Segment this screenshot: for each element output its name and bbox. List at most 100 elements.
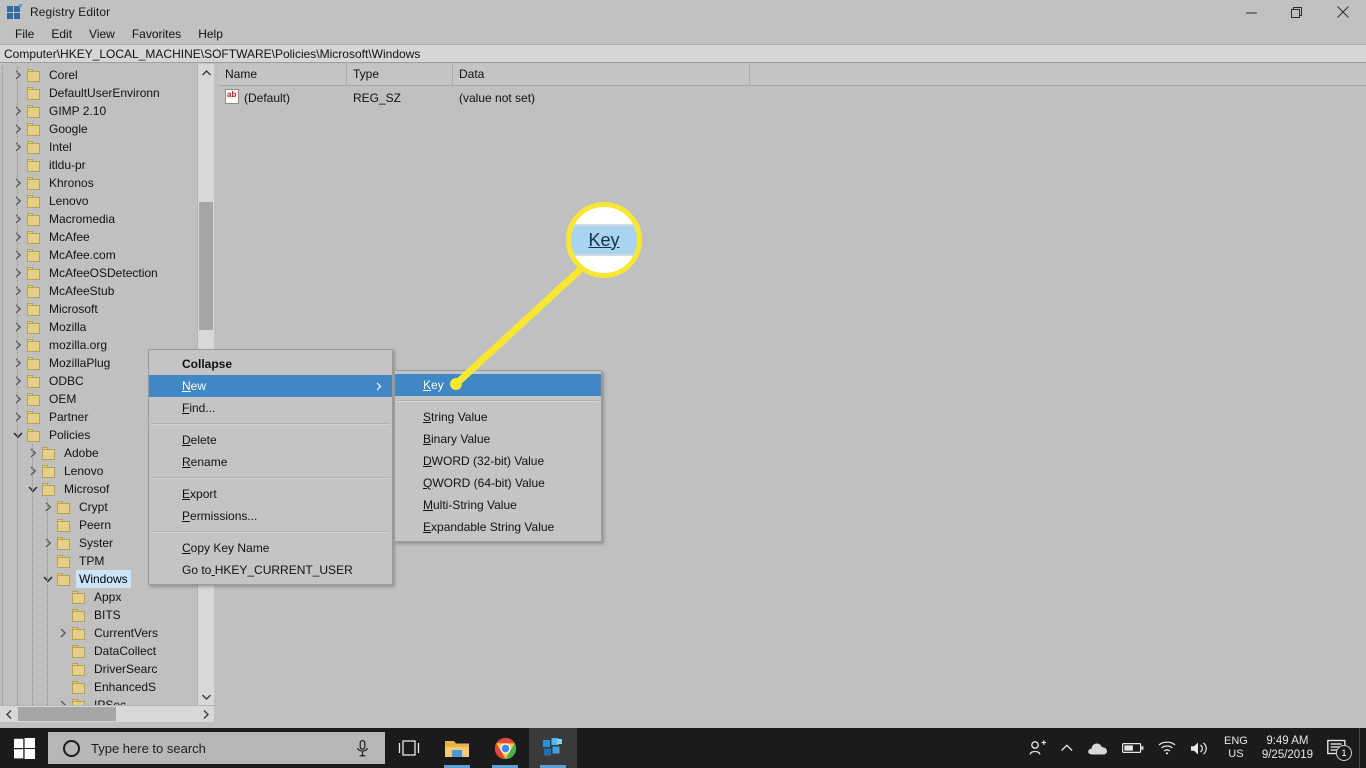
chevron-right-icon[interactable] [10,102,26,120]
menu-file[interactable]: File [7,25,43,43]
chrome-icon[interactable] [481,728,529,768]
chevron-down-icon[interactable] [10,426,26,444]
tree-item[interactable]: DefaultUserEnvironn [0,84,197,102]
menu-item[interactable]: QWORD (64-bit) Value [395,472,601,494]
scroll-right-icon[interactable] [197,706,214,722]
table-row[interactable]: ab (Default) REG_SZ (value not set) [219,88,1366,107]
tree-item[interactable]: Google [0,120,197,138]
tree-item[interactable]: McAfeeStub [0,282,197,300]
menu-item[interactable]: Export [149,483,392,505]
wifi-icon[interactable] [1151,728,1183,768]
tree-item[interactable]: DriverSearc [0,660,197,678]
tree-item[interactable]: McAfee.com [0,246,197,264]
tree-item[interactable]: Mozilla [0,318,197,336]
tree-item[interactable]: Intel [0,138,197,156]
chevron-right-icon[interactable] [10,66,26,84]
chevron-right-icon[interactable] [25,462,41,480]
chevron-down-icon[interactable] [25,480,41,498]
tree-item[interactable]: McAfeeOSDetection [0,264,197,282]
address-bar[interactable]: Computer\HKEY_LOCAL_MACHINE\SOFTWARE\Pol… [0,44,1366,63]
column-header-type[interactable]: Type [347,64,453,85]
chevron-right-icon[interactable] [10,120,26,138]
chevron-right-icon[interactable] [10,390,26,408]
tree-item[interactable]: Macromedia [0,210,197,228]
menu-item[interactable]: Delete [149,429,392,451]
restore-icon[interactable] [1274,0,1320,24]
tree-item[interactable]: GIMP 2.10 [0,102,197,120]
chevron-right-icon[interactable] [10,192,26,210]
menu-item[interactable]: DWORD (32-bit) Value [395,450,601,472]
show-hidden-icons-chevron[interactable] [1054,728,1080,768]
chevron-right-icon[interactable] [10,264,26,282]
chevron-right-icon[interactable] [10,300,26,318]
scroll-down-icon[interactable] [198,688,214,705]
tree-horizontal-scrollbar[interactable] [0,705,214,722]
registry-editor-icon[interactable] [529,728,577,768]
menu-item[interactable]: Copy Key Name [149,537,392,559]
clock[interactable]: 9:49 AM 9/25/2019 [1256,734,1319,762]
chevron-right-icon[interactable] [40,498,56,516]
menu-item[interactable]: Key [395,374,601,396]
windows-start-icon[interactable] [0,728,48,768]
menu-item[interactable]: Permissions... [149,505,392,527]
battery-icon[interactable] [1115,728,1151,768]
chevron-right-icon[interactable] [10,318,26,336]
tree-item[interactable]: DataCollect [0,642,197,660]
chevron-right-icon[interactable] [55,624,71,642]
menu-item[interactable]: String Value [395,406,601,428]
chevron-right-icon[interactable] [40,534,56,552]
tree-item[interactable]: Microsoft [0,300,197,318]
menu-item[interactable]: New [149,375,392,397]
volume-icon[interactable] [1183,728,1216,768]
menu-item[interactable]: Find... [149,397,392,419]
menu-item[interactable]: Multi-String Value [395,494,601,516]
tree-item[interactable]: McAfee [0,228,197,246]
chevron-right-icon[interactable] [10,228,26,246]
chevron-down-icon[interactable] [40,570,56,588]
scrollbar-thumb-horizontal[interactable] [18,707,116,721]
people-icon[interactable] [1022,728,1054,768]
tree-item[interactable]: EnhancedS [0,678,197,696]
chevron-right-icon[interactable] [10,282,26,300]
chevron-right-icon[interactable] [10,174,26,192]
chevron-right-icon[interactable] [25,444,41,462]
scroll-left-icon[interactable] [0,706,17,722]
show-desktop-button[interactable] [1359,728,1366,768]
search-input[interactable]: Type here to search [48,732,385,764]
file-explorer-icon[interactable] [433,728,481,768]
menu-help[interactable]: Help [190,25,232,43]
chevron-right-icon[interactable] [10,408,26,426]
menu-item[interactable]: Rename [149,451,392,473]
language-indicator[interactable]: ENG US [1216,735,1256,761]
onedrive-cloud-icon[interactable] [1080,728,1115,768]
chevron-right-icon[interactable] [10,246,26,264]
scrollbar-thumb-vertical[interactable] [199,202,213,330]
chevron-right-icon[interactable] [10,336,26,354]
column-header-data[interactable]: Data [453,64,750,85]
tree-item[interactable]: Khronos [0,174,197,192]
tree-item[interactable]: Lenovo [0,192,197,210]
chevron-right-icon[interactable] [10,372,26,390]
task-view-icon[interactable] [385,728,433,768]
microphone-icon[interactable] [356,740,369,762]
scroll-up-icon[interactable] [198,64,214,81]
menu-item[interactable]: Collapse [149,353,392,375]
close-icon[interactable] [1320,0,1366,24]
minimize-icon[interactable] [1228,0,1274,24]
chevron-right-icon[interactable] [10,354,26,372]
menu-item[interactable]: Go to HKEY_CURRENT_USER [149,559,392,581]
menu-item[interactable]: Binary Value [395,428,601,450]
tree-item[interactable]: CurrentVers [0,624,197,642]
column-header-name[interactable]: Name [219,64,347,85]
tree-item[interactable]: BITS [0,606,197,624]
action-center-icon[interactable]: 1 [1319,728,1359,768]
chevron-right-icon[interactable] [10,210,26,228]
menu-view[interactable]: View [81,25,124,43]
chevron-right-icon[interactable] [10,138,26,156]
menu-item[interactable]: Expandable String Value [395,516,601,538]
menu-favorites[interactable]: Favorites [124,25,190,43]
tree-item[interactable]: Corel [0,66,197,84]
menu-edit[interactable]: Edit [43,25,81,43]
tree-item[interactable]: itldu-pr [0,156,197,174]
tree-item[interactable]: Appx [0,588,197,606]
